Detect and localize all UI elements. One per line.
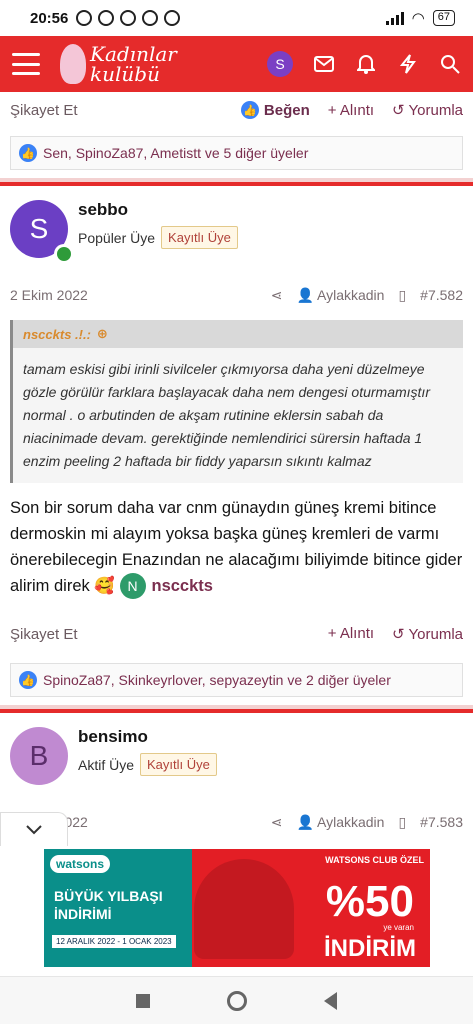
author-role: Aktif Üye xyxy=(78,756,135,773)
post-actions: Şikayet Et + Alıntı ↺ Yorumla xyxy=(0,621,473,647)
thumbs-up-icon: 👍 xyxy=(240,101,259,119)
report-link[interactable]: Şikayet Et xyxy=(10,102,78,119)
ad-club: WATSONS CLUB ÖZEL xyxy=(325,855,424,865)
square-icon xyxy=(135,993,150,1008)
site-logo[interactable]: Kadınlar kulübü xyxy=(60,44,177,84)
home-button[interactable] xyxy=(226,990,248,1012)
user-icon: 👤 xyxy=(296,813,314,830)
reply-link[interactable]: ↺ Yorumla xyxy=(392,625,463,643)
lightning-icon[interactable] xyxy=(397,53,419,75)
reply-link[interactable]: ↺ Yorumla xyxy=(392,101,463,119)
mail-icon[interactable] xyxy=(313,53,335,75)
author-role: Popüler Üye xyxy=(78,229,156,246)
mention-avatar: N xyxy=(119,573,146,599)
likes-summary[interactable]: 👍 Sen, SpinoZa87, Ametistt ve 5 diğer üy… xyxy=(10,136,463,170)
post-number[interactable]: #7.583 xyxy=(420,814,463,830)
post-7583: B bensimo Aktif Üye Kayıtlı Üye xyxy=(0,713,473,785)
bell-icon[interactable] xyxy=(355,53,377,75)
member-badge: Kayıtlı Üye xyxy=(140,753,217,776)
member-badge: Kayıtlı Üye xyxy=(161,226,238,249)
user-mention[interactable]: N nscckts xyxy=(119,573,213,599)
post-actions-top: Şikayet Et 👍 Beğen + Alıntı ↺ Yorumla xyxy=(0,92,473,128)
report-link[interactable]: Şikayet Et xyxy=(10,626,78,643)
user-avatar[interactable]: S xyxy=(267,51,293,77)
reply-icon: ↺ xyxy=(392,102,409,119)
author-avatar[interactable]: B xyxy=(10,727,68,785)
triangle-back-icon xyxy=(324,991,337,1010)
ad-discount: İNDİRİM xyxy=(324,935,416,962)
post-body: Son bir sorum daha var cnm günaydın güne… xyxy=(0,483,473,599)
collapse-ad-button[interactable] xyxy=(0,812,68,846)
status-right: ◠ 67 xyxy=(385,9,455,27)
thread-content: Şikayet Et 👍 Beğen + Alıntı ↺ Yorumla 👍 S… xyxy=(0,92,473,976)
quote-block: nscckts .!.: ⊕ tamam eskisi gibi irinli … xyxy=(10,320,463,483)
post-date[interactable]: 2 Ekim 2022 xyxy=(10,287,88,303)
logo-mark-icon xyxy=(60,44,86,84)
online-status-icon xyxy=(54,244,74,264)
quote-header[interactable]: nscckts .!.: ⊕ xyxy=(13,320,463,348)
battery-icon: 67 xyxy=(432,10,455,26)
ad-percent: %50 xyxy=(325,877,414,926)
ad-dates: 12 ARALIK 2022 - 1 OCAK 2023 xyxy=(52,935,176,948)
thumbs-up-icon: 👍 xyxy=(19,671,37,689)
likes-summary[interactable]: 👍 SpinoZa87, Skinkeyrlover, sepyazeytin … xyxy=(10,663,463,697)
like-button[interactable]: 👍 Beğen xyxy=(240,101,310,119)
share-icon[interactable]: ⋖ xyxy=(271,814,283,831)
back-button[interactable] xyxy=(320,990,342,1012)
header-actions: S xyxy=(267,51,461,77)
search-icon[interactable] xyxy=(439,53,461,75)
wifi-icon: ◠ xyxy=(411,10,425,27)
post-header: S sebbo Popüler Üye Kayıtlı Üye xyxy=(10,200,463,264)
clock-icon xyxy=(98,10,115,26)
post-header: B bensimo Aktif Üye Kayıtlı Üye xyxy=(10,727,463,785)
christmas-tree-image xyxy=(194,859,294,959)
facebook-icon xyxy=(142,10,159,26)
post-separator xyxy=(0,178,473,186)
recents-button[interactable] xyxy=(132,990,154,1012)
ad-brand: watsons xyxy=(50,855,111,873)
bookmark-icon[interactable]: ▯ xyxy=(398,287,406,304)
headphones-icon xyxy=(120,10,137,26)
post-meta: 2 Ekim 2022 ⋖ 👤 Aylakkadin ▯ #7.582 xyxy=(0,282,473,308)
quote-text: tamam eskisi gibi irinli sivilceler çıkm… xyxy=(23,361,430,469)
alarm-icon xyxy=(76,10,93,26)
arrow-up-circle-icon: ⊕ xyxy=(96,326,108,341)
author-name[interactable]: sebbo xyxy=(78,200,238,220)
system-nav-bar xyxy=(0,976,473,1024)
emoji: 🥰 xyxy=(94,577,115,595)
quote-link[interactable]: + Alıntı xyxy=(328,102,374,119)
reply-icon: ↺ xyxy=(392,626,409,643)
thumbs-up-icon: 👍 xyxy=(19,144,37,162)
kuvit-icon xyxy=(164,10,181,26)
author-avatar[interactable]: S xyxy=(10,200,74,264)
author-name[interactable]: bensimo xyxy=(78,727,217,747)
status-bar: 20:56 ◠ 67 xyxy=(0,0,473,36)
thread-author[interactable]: 👤 Aylakkadin xyxy=(296,287,384,304)
share-icon[interactable]: ⋖ xyxy=(271,287,283,304)
chevron-down-icon xyxy=(26,824,42,834)
ad-title: BÜYÜK YILBAŞI İNDİRİMİ xyxy=(54,888,163,922)
post-meta: 2 Ekim 2022 ⋖ 👤 Aylakkadin ▯ #7.583 xyxy=(0,809,473,835)
status-notification-icons xyxy=(76,10,181,26)
menu-icon[interactable] xyxy=(12,53,40,75)
signal-icon xyxy=(385,11,404,25)
post-7582: S sebbo Popüler Üye Kayıtlı Üye xyxy=(0,186,473,264)
bookmark-icon[interactable]: ▯ xyxy=(398,814,406,831)
app-header: Kadınlar kulübü S xyxy=(0,36,473,92)
status-time: 20:56 xyxy=(30,9,69,27)
post-number[interactable]: #7.582 xyxy=(420,287,463,303)
user-icon: 👤 xyxy=(296,286,314,303)
thread-author[interactable]: 👤 Aylakkadin xyxy=(296,814,384,831)
ad-note: ye varan xyxy=(383,923,414,932)
post-separator xyxy=(0,705,473,713)
quote-link[interactable]: + Alıntı xyxy=(328,625,374,643)
ad-banner[interactable]: watsons BÜYÜK YILBAŞI İNDİRİMİ 12 ARALIK… xyxy=(44,849,430,967)
circle-icon xyxy=(226,990,247,1011)
